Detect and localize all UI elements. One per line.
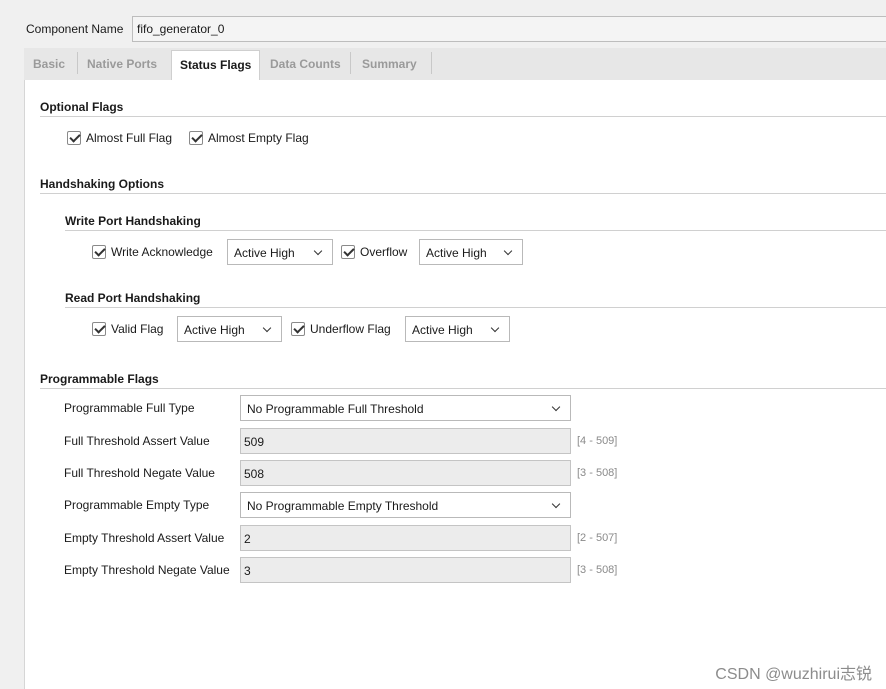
prog-empty-type-label: Programmable Empty Type	[64, 498, 210, 512]
component-name-input[interactable]: fifo_generator_0	[132, 16, 886, 42]
overflow-select[interactable]: Active High	[419, 239, 523, 265]
empty-negate-label: Empty Threshold Negate Value	[64, 563, 230, 577]
underflow-label: Underflow Flag	[310, 322, 391, 336]
almost-full-label: Almost Full Flag	[86, 131, 173, 145]
tab-native-ports[interactable]: Native Ports	[79, 50, 165, 80]
write-ack-checkbox[interactable]	[92, 245, 106, 259]
full-assert-range: [4 - 509]	[577, 435, 618, 447]
full-assert-value: 509	[244, 435, 265, 449]
almost-empty-checkbox[interactable]	[189, 131, 203, 145]
underflow-value: Active High	[412, 323, 473, 337]
full-negate-range: [3 - 508]	[577, 467, 618, 479]
write-ack-select[interactable]: Active High	[227, 239, 333, 265]
prog-full-type-label: Programmable Full Type	[64, 401, 195, 415]
almost-empty-label: Almost Empty Flag	[208, 131, 309, 145]
full-assert-label: Full Threshold Assert Value	[64, 434, 210, 448]
optional-flags-title: Optional Flags	[40, 100, 124, 114]
write-ack-label: Write Acknowledge	[111, 245, 213, 259]
prog-full-type-value: No Programmable Full Threshold	[247, 402, 424, 416]
tab-separator	[77, 52, 78, 74]
underflow-checkbox[interactable]	[291, 322, 305, 336]
chevron-down-icon	[551, 499, 561, 509]
empty-assert-range: [2 - 507]	[577, 532, 618, 544]
overflow-checkbox[interactable]	[341, 245, 355, 259]
valid-flag-checkbox[interactable]	[92, 322, 106, 336]
section-divider	[40, 388, 886, 389]
empty-negate-range: [3 - 508]	[577, 564, 618, 576]
prog-empty-type-value: No Programmable Empty Threshold	[247, 499, 439, 513]
chevron-down-icon	[313, 246, 323, 256]
component-name-value: fifo_generator_0	[137, 22, 225, 36]
chevron-down-icon	[551, 402, 561, 412]
watermark: CSDN @wuzhirui志锐	[715, 666, 872, 683]
empty-assert-field[interactable]: 2	[240, 525, 571, 551]
underflow-select[interactable]: Active High	[405, 316, 510, 342]
valid-flag-select[interactable]: Active High	[177, 316, 282, 342]
tab-summary[interactable]: Summary	[354, 50, 425, 80]
empty-assert-value: 2	[244, 532, 251, 546]
component-name-label: Component Name	[26, 22, 124, 36]
section-divider	[65, 307, 886, 308]
tab-separator	[431, 52, 432, 74]
prog-empty-type-select[interactable]: No Programmable Empty Threshold	[240, 492, 571, 518]
tab-basic[interactable]: Basic	[25, 50, 73, 80]
full-assert-field[interactable]: 509	[240, 428, 571, 454]
empty-assert-label: Empty Threshold Assert Value	[64, 531, 225, 545]
write-handshaking-title: Write Port Handshaking	[65, 214, 201, 228]
valid-flag-label: Valid Flag	[111, 322, 164, 336]
empty-negate-field[interactable]: 3	[240, 557, 571, 583]
section-divider	[40, 116, 886, 117]
section-divider	[65, 230, 886, 231]
valid-flag-value: Active High	[184, 323, 245, 337]
handshaking-title: Handshaking Options	[40, 177, 165, 191]
empty-negate-value: 3	[244, 564, 251, 578]
almost-full-checkbox[interactable]	[67, 131, 81, 145]
section-divider	[40, 193, 886, 194]
programmable-flags-title: Programmable Flags	[40, 372, 159, 386]
tab-separator	[350, 52, 351, 74]
overflow-label: Overflow	[360, 245, 408, 259]
read-handshaking-title: Read Port Handshaking	[65, 291, 201, 305]
full-negate-value: 508	[244, 467, 265, 481]
chevron-down-icon	[262, 323, 272, 333]
chevron-down-icon	[490, 323, 500, 333]
chevron-down-icon	[503, 246, 513, 256]
tab-data-counts[interactable]: Data Counts	[262, 50, 349, 80]
full-negate-label: Full Threshold Negate Value	[64, 466, 215, 480]
full-negate-field[interactable]: 508	[240, 460, 571, 486]
overflow-value: Active High	[426, 246, 487, 260]
write-ack-value: Active High	[234, 246, 295, 260]
prog-full-type-select[interactable]: No Programmable Full Threshold	[240, 395, 571, 421]
tab-status-flags[interactable]: Status Flags	[171, 50, 261, 81]
